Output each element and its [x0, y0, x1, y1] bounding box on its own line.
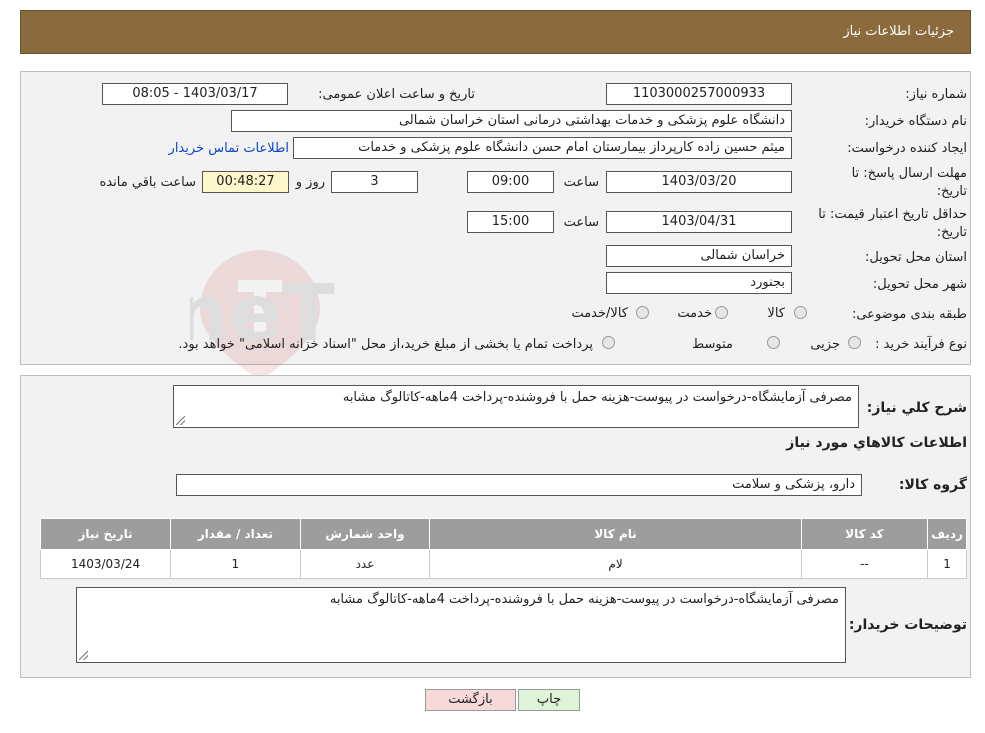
days-field: 3: [331, 171, 418, 193]
process-note: پرداخت تمام یا بخشی از مبلغ خرید،از محل …: [178, 337, 593, 352]
days-label: روز و: [295, 175, 325, 190]
items-table-header: رديف کد کالا نام کالا واحد شمارش تعداد /…: [39, 518, 967, 550]
category-radio-both[interactable]: [636, 306, 649, 319]
process-option-medium: متوسط: [692, 337, 733, 352]
deadline-time-label: ساعت: [563, 175, 599, 190]
category-option-service: خدمت: [677, 306, 712, 321]
validity-time-label: ساعت: [563, 215, 599, 230]
buyer-notes-resize-handle[interactable]: [79, 651, 88, 660]
category-label: طبقه بندی موضوعی:: [851, 307, 967, 322]
cell-date: 1403/03/24: [39, 549, 172, 579]
col-qty: تعداد / مقدار: [170, 518, 301, 550]
col-date: تاريخ نياز: [39, 518, 172, 550]
process-radio-partial[interactable]: [848, 336, 861, 349]
buyer-notes-text: مصرفی آزمایشگاه-درخواست در پیوست-هزینه ح…: [76, 587, 846, 663]
goods-group-label: گروه کالا:: [898, 477, 967, 493]
validity-label-date: تاريخ:: [936, 225, 967, 240]
buyer-org-label: نام دستگاه خریدار:: [864, 114, 967, 129]
validity-date-field: 1403/04/31: [606, 211, 792, 233]
cell-code: --: [800, 549, 929, 579]
city-label: شهر محل تحویل:: [872, 277, 967, 292]
summary-text: مصرفی آزمایشگاه-درخواست در پیوست-هزینه ح…: [173, 385, 859, 428]
goods-info-title: اطلاعات کالاهاي مورد نياز: [786, 435, 967, 451]
col-code: کد کالا: [800, 518, 929, 550]
buyer-contact-link[interactable]: اطلاعات تماس خریدار: [169, 141, 289, 156]
deadline-time-field: 09:00: [467, 171, 554, 193]
process-radio-medium[interactable]: [767, 336, 780, 349]
buyer-org-field: دانشگاه علوم پزشکی و خدمات بهداشتی درمان…: [231, 110, 792, 132]
deadline-label: مهلت ارسال پاسخ: تا: [851, 166, 967, 181]
process-label: نوع فرآیند خرید :: [875, 337, 967, 352]
table-row: 1 -- لام عدد 1 1403/03/24: [39, 549, 967, 579]
page-title: جزئیات اطلاعات نیاز: [843, 24, 954, 39]
deadline-date-field: 1403/03/20: [606, 171, 792, 193]
cell-unit: عدد: [299, 549, 431, 579]
requester-label: ایجاد کننده درخواست:: [847, 141, 967, 156]
category-option-both: کالا/خدمت: [571, 306, 628, 321]
cell-name: لام: [429, 549, 802, 579]
announce-field: 1403/03/17 - 08:05: [102, 83, 288, 105]
city-field: بجنورد: [606, 272, 792, 294]
deadline-label-date: تاریخ:: [936, 184, 967, 199]
need-number-field: 1103000257000933: [606, 83, 792, 105]
summary-resize-handle[interactable]: [176, 416, 185, 425]
category-option-goods: کالا: [767, 306, 785, 321]
need-number-label: شماره نیاز:: [905, 87, 967, 102]
process-radio-treasury[interactable]: [602, 336, 615, 349]
process-option-partial: جزیی: [810, 337, 840, 352]
category-radio-goods[interactable]: [794, 306, 807, 319]
requester-field: میثم حسین زاده کارپرداز بیمارستان امام ح…: [293, 137, 792, 159]
back-button[interactable]: بازگشت: [425, 689, 516, 711]
print-button[interactable]: چاپ: [518, 689, 580, 711]
col-unit: واحد شمارش: [299, 518, 431, 550]
buyer-notes-label: توضیحات خریدار:: [848, 617, 967, 633]
validity-label: حداقل تاريخ اعتبار قيمت: تا: [818, 207, 967, 222]
header-bar: جزئیات اطلاعات نیاز: [20, 10, 971, 54]
category-radio-service[interactable]: [715, 306, 728, 319]
announce-label: تاریخ و ساعت اعلان عمومی:: [318, 87, 475, 102]
summary-label: شرح کلي نياز:: [866, 400, 967, 416]
cell-row: 1: [927, 549, 967, 579]
goods-group-field: دارو، پزشکی و سلامت: [176, 474, 862, 496]
province-label: استان محل تحویل:: [865, 250, 967, 265]
province-field: خراسان شمالی: [606, 245, 792, 267]
remaining-time-field: 00:48:27: [202, 171, 289, 193]
cell-qty: 1: [170, 549, 301, 579]
col-row: رديف: [927, 518, 967, 550]
items-table: رديف کد کالا نام کالا واحد شمارش تعداد /…: [39, 518, 967, 579]
remaining-label: ساعت باقي مانده: [99, 175, 196, 190]
col-name: نام کالا: [429, 518, 802, 550]
validity-time-field: 15:00: [467, 211, 554, 233]
